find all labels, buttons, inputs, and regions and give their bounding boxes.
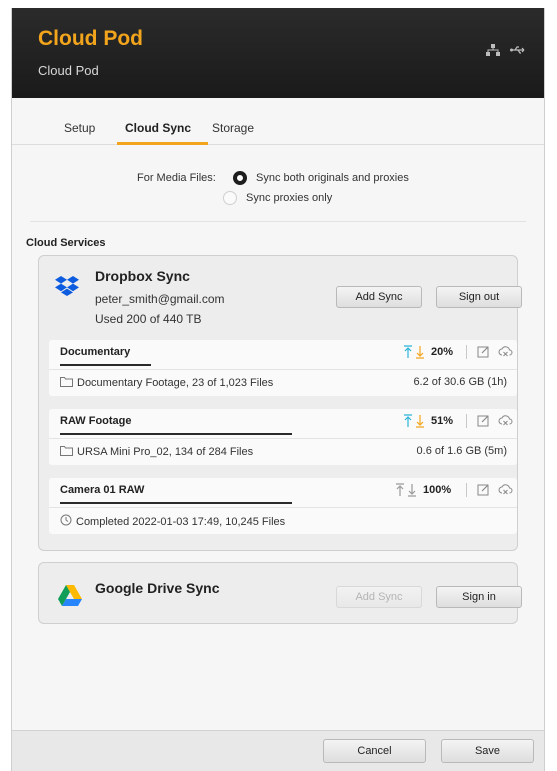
dropbox-account-email: peter_smith@gmail.com — [95, 292, 225, 306]
divider — [466, 483, 467, 497]
dropbox-service-name: Dropbox Sync — [95, 268, 190, 284]
sync-item-raw-footage[interactable]: RAW Footage 51% URSA Mini Pro_02, 134 of… — [49, 409, 517, 465]
usb-icon — [510, 44, 526, 56]
google-drive-sign-in-button[interactable]: Sign in — [436, 586, 522, 608]
card-divider — [49, 507, 517, 508]
sync-progress-bar — [60, 502, 292, 504]
google-drive-panel: Google Drive Sync Add Sync Sign in — [38, 562, 522, 624]
sync-item-detail: Documentary Footage, 23 of 1,023 Files — [60, 376, 273, 390]
save-button[interactable]: Save — [441, 739, 534, 763]
google-drive-add-sync-button[interactable]: Add Sync — [336, 586, 422, 608]
dropbox-sign-out-button[interactable]: Sign out — [436, 286, 522, 308]
sync-item-camera-01-raw[interactable]: Camera 01 RAW 100% Completed 2022-01-03 … — [49, 478, 517, 534]
sync-item-detail: Completed 2022-01-03 17:49, 10,245 Files — [60, 514, 285, 529]
sync-progress-percent: 100% — [423, 484, 452, 496]
cloud-cancel-icon[interactable] — [498, 414, 513, 432]
tab-cloud-sync[interactable]: Cloud Sync — [125, 121, 191, 135]
folder-icon — [60, 445, 73, 459]
settings-window: Cloud Pod Cloud Pod Setup Cloud Sync Sto… — [11, 8, 545, 771]
media-files-label: For Media Files: — [137, 172, 216, 184]
device-name: Cloud Pod — [38, 63, 99, 78]
radio-sync-both-label: Sync both originals and proxies — [256, 172, 409, 184]
sync-item-documentary[interactable]: Documentary 20% Documentary Footage, 23 … — [49, 340, 517, 396]
sync-item-detail-text: Completed 2022-01-03 17:49, 10,245 Files — [76, 515, 286, 528]
dropbox-storage-used: Used 200 of 440 TB — [95, 312, 202, 326]
edit-icon[interactable] — [477, 414, 490, 432]
radio-sync-proxies[interactable]: Sync proxies only — [223, 191, 332, 205]
sync-progress-percent: 20% — [431, 346, 454, 358]
transfer-arrows-icon — [395, 483, 417, 497]
sync-item-title: RAW Footage — [60, 415, 132, 427]
dropbox-panel: Dropbox Sync peter_smith@gmail.com Used … — [38, 255, 522, 551]
google-drive-logo-icon — [58, 585, 82, 611]
radio-button-selected[interactable] — [233, 171, 247, 185]
media-files-options: For Media Files: Sync both originals and… — [12, 165, 544, 225]
transfer-arrows-icon — [403, 414, 425, 428]
google-drive-service-name: Google Drive Sync — [95, 580, 220, 596]
cloud-services-heading: Cloud Services — [26, 237, 106, 249]
cloud-cancel-icon[interactable] — [498, 483, 513, 501]
window-header: Cloud Pod Cloud Pod — [12, 8, 544, 98]
radio-sync-both[interactable]: Sync both originals and proxies — [233, 171, 409, 185]
cancel-button[interactable]: Cancel — [323, 739, 426, 763]
radio-sync-proxies-label: Sync proxies only — [246, 192, 333, 204]
sync-progress-bar — [60, 433, 292, 435]
active-tab-indicator — [117, 142, 208, 145]
network-icon — [486, 44, 500, 56]
header-status-icons — [486, 44, 526, 56]
sync-item-title: Documentary — [60, 346, 131, 358]
tab-setup[interactable]: Setup — [64, 121, 95, 135]
edit-icon[interactable] — [477, 345, 490, 363]
sync-item-size: 6.2 of 30.6 GB (1h) — [413, 376, 507, 388]
app-title: Cloud Pod — [38, 27, 143, 50]
dropbox-add-sync-button[interactable]: Add Sync — [336, 286, 422, 308]
sync-progress-percent: 51% — [431, 415, 454, 427]
section-divider — [30, 221, 526, 222]
tab-storage[interactable]: Storage — [212, 121, 254, 135]
cloud-cancel-icon[interactable] — [498, 345, 513, 363]
footer-bar: Cancel Save — [12, 730, 544, 771]
dropbox-logo-icon — [55, 276, 79, 301]
sync-item-detail-text: URSA Mini Pro_02, 134 of 284 Files — [77, 446, 254, 458]
divider — [466, 414, 467, 428]
sync-item-detail: URSA Mini Pro_02, 134 of 284 Files — [60, 445, 253, 459]
transfer-arrows-icon — [403, 345, 425, 359]
divider — [466, 345, 467, 359]
sync-progress-bar — [60, 364, 151, 366]
radio-button-unselected[interactable] — [223, 191, 237, 205]
card-divider — [49, 438, 517, 439]
sync-item-detail-text: Documentary Footage, 23 of 1,023 Files — [77, 377, 274, 389]
tab-bar: Setup Cloud Sync Storage — [12, 98, 544, 145]
sync-item-size: 0.6 of 1.6 GB (5m) — [416, 445, 507, 457]
clock-icon — [60, 514, 72, 529]
folder-icon — [60, 376, 73, 390]
sync-item-title: Camera 01 RAW — [60, 484, 145, 496]
card-divider — [49, 369, 517, 370]
edit-icon[interactable] — [477, 483, 490, 501]
